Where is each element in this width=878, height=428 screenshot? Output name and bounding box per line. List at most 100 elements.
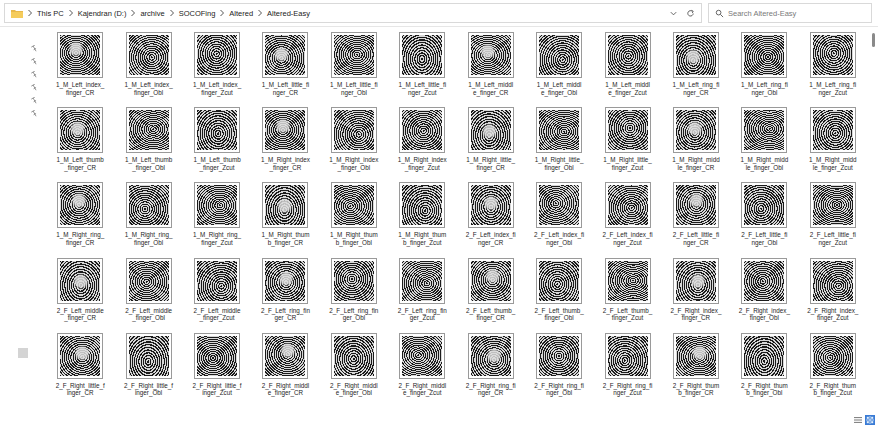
file-item[interactable]: 1_M_Right_index_finger_Obl	[320, 107, 388, 171]
file-item[interactable]: 1_M_Right_middle_finger_Obl	[730, 107, 798, 171]
search-input[interactable]	[728, 9, 865, 18]
file-name: 2_F_Left_ring_finger_Obl	[329, 307, 378, 322]
file-item[interactable]: 1_M_Left_index_finger_Obl	[114, 32, 182, 96]
pin-icon[interactable]	[31, 84, 38, 91]
file-item[interactable]: 1_M_Right_little_finger_Zcut	[593, 107, 661, 171]
pin-icon[interactable]	[31, 58, 38, 65]
file-item[interactable]: 1_M_Right_middle_finger_CR	[662, 107, 730, 171]
file-name-line: nger_Obl	[330, 89, 378, 97]
fingerprint-image	[608, 110, 648, 150]
view-button[interactable]	[853, 415, 863, 425]
file-item[interactable]: 1_M_Left_little_finger_CR	[251, 32, 319, 96]
file-item[interactable]: 2_F_Right_index_finger_Zcut	[799, 258, 867, 322]
fingerprint-image	[676, 185, 716, 225]
file-item[interactable]: 1_M_Right_index_finger_Zcut	[388, 107, 456, 171]
file-item[interactable]: 1_M_Right_little_finger_Obl	[525, 107, 593, 171]
file-item[interactable]: 1_M_Left_thumb_finger_Zcut	[183, 107, 251, 171]
refresh-icon	[686, 9, 695, 18]
file-item[interactable]: 2_F_Right_index_finger_Obl	[730, 258, 798, 322]
file-item[interactable]: 2_F_Left_index_finger_CR	[456, 182, 524, 246]
pin-icon[interactable]	[31, 71, 38, 78]
file-item[interactable]: 1_M_Right_thumb_finger_CR	[251, 182, 319, 246]
breadcrumb[interactable]: This PC	[37, 9, 64, 18]
file-item[interactable]: 2_F_Left_thumb_finger_CR	[456, 258, 524, 322]
file-item[interactable]: 2_F_Right_thumb_finger_Zcut	[799, 333, 867, 397]
file-item[interactable]: 2_F_Left_thumb_finger_Obl	[525, 258, 593, 322]
file-item[interactable]: 2_F_Left_ring_finger_Zcut	[388, 258, 456, 322]
file-item[interactable]: 2_F_Left_index_finger_Zcut	[593, 182, 661, 246]
file-name: 1_M_Right_middle_finger_Zcut	[809, 156, 857, 171]
address-bar[interactable]: This PC Kajendran (D:) archive SOCOFing Alte…	[4, 3, 702, 23]
file-item[interactable]: 2_F_Right_little_finger_Zcut	[183, 333, 251, 397]
file-item[interactable]: 2_F_Right_little_finger_Obl	[114, 333, 182, 397]
file-name: 1_M_Left_middle_finger_CR	[468, 81, 513, 96]
file-item[interactable]: 1_M_Left_index_finger_Zcut	[183, 32, 251, 96]
breadcrumb[interactable]: Altered	[229, 9, 253, 18]
pin-icon[interactable]	[31, 97, 38, 104]
file-item[interactable]: 2_F_Right_ring_finger_Obl	[525, 333, 593, 397]
vertical-scrollbar[interactable]	[869, 27, 878, 428]
file-item[interactable]: 1_M_Left_little_finger_Obl	[320, 32, 388, 96]
thumbnail	[399, 32, 445, 78]
file-name-line: nger_Zcut	[398, 89, 446, 97]
file-item[interactable]: 1_M_Left_thumb_finger_Obl	[114, 107, 182, 171]
file-item[interactable]: 2_F_Left_middle_finger_CR	[46, 258, 114, 322]
file-item[interactable]: 2_F_Right_middle_finger_Zcut	[388, 333, 456, 397]
file-item[interactable]: 1_M_Left_middle_finger_Obl	[525, 32, 593, 96]
file-item[interactable]: 1_M_Right_little_finger_CR	[456, 107, 524, 171]
fingerprint-image	[813, 35, 853, 75]
file-item[interactable]: 1_M_Left_index_finger_CR	[46, 32, 114, 96]
fingerprint-image	[265, 35, 305, 75]
pin-icon[interactable]	[31, 110, 38, 117]
breadcrumb[interactable]: archive	[140, 9, 164, 18]
file-item[interactable]: 2_F_Left_little_finger_CR	[662, 182, 730, 246]
pin-icon[interactable]	[31, 45, 38, 52]
content-area: 1_M_Left_index_finger_CR1_M_Left_index_f…	[0, 27, 878, 428]
dropdown-icon	[669, 9, 678, 18]
file-item[interactable]: 2_F_Left_index_finger_Obl	[525, 182, 593, 246]
file-name-line: 1_M_Left_thumb	[193, 156, 240, 164]
file-item[interactable]: 1_M_Right_ring_finger_CR	[46, 182, 114, 246]
file-item[interactable]: 2_F_Right_ring_finger_Zcut	[593, 333, 661, 397]
file-item[interactable]: 1_M_Left_thumb_finger_CR	[46, 107, 114, 171]
thumbnail	[741, 32, 787, 78]
file-item[interactable]: 2_F_Right_middle_finger_Obl	[320, 333, 388, 397]
file-item[interactable]: 2_F_Right_thumb_finger_Obl	[730, 333, 798, 397]
file-name: 1_M_Right_thumb_finger_CR	[261, 231, 309, 246]
file-item[interactable]: 1_M_Right_middle_finger_Zcut	[799, 107, 867, 171]
file-item[interactable]: 2_F_Right_index_finger_CR	[662, 258, 730, 322]
file-item[interactable]: 1_M_Left_middle_finger_CR	[456, 32, 524, 96]
file-name-line: 1_M_Left_index_	[124, 81, 172, 89]
file-item[interactable]: 2_F_Left_ring_finger_Obl	[320, 258, 388, 322]
file-item[interactable]: 1_M_Right_thumb_finger_Obl	[320, 182, 388, 246]
file-item[interactable]: 1_M_Left_ring_finger_Zcut	[799, 32, 867, 96]
file-item[interactable]: 1_M_Right_ring_finger_Obl	[114, 182, 182, 246]
file-item[interactable]: 2_F_Left_middle_finger_Obl	[114, 258, 182, 322]
file-item[interactable]: 2_F_Right_middle_finger_CR	[251, 333, 319, 397]
file-item[interactable]: 1_M_Left_ring_finger_CR	[662, 32, 730, 96]
scrollbar-thumb[interactable]	[872, 33, 875, 47]
thumbnail	[741, 333, 787, 379]
file-item[interactable]: 2_F_Left_little_finger_Obl	[730, 182, 798, 246]
breadcrumb[interactable]: SOCOFing	[179, 9, 216, 18]
file-item[interactable]: 1_M_Left_middle_finger_Zcut	[593, 32, 661, 96]
file-item[interactable]: 2_F_Left_thumb_finger_Zcut	[593, 258, 661, 322]
file-item[interactable]: 1_M_Right_index_finger_CR	[251, 107, 319, 171]
file-item[interactable]: 2_F_Right_little_finger_CR	[46, 333, 114, 397]
breadcrumb[interactable]: Altered-Easy	[267, 9, 310, 18]
file-item[interactable]: 2_F_Left_ring_finger_CR	[251, 258, 319, 322]
file-item[interactable]: 1_M_Left_ring_finger_Obl	[730, 32, 798, 96]
file-item[interactable]: 2_F_Left_little_finger_Zcut	[799, 182, 867, 246]
view-button[interactable]	[865, 415, 875, 425]
file-item[interactable]: 1_M_Left_little_finger_Zcut	[388, 32, 456, 96]
file-item[interactable]: 2_F_Right_ring_finger_CR	[456, 333, 524, 397]
breadcrumb[interactable]: Kajendran (D:)	[78, 9, 127, 18]
file-item[interactable]: 1_M_Right_ring_finger_Zcut	[183, 182, 251, 246]
file-item[interactable]: 2_F_Right_thumb_finger_CR	[662, 333, 730, 397]
file-name-line: 2_F_Left_ring_fin	[398, 307, 447, 315]
file-item[interactable]: 2_F_Left_middle_finger_Zcut	[183, 258, 251, 322]
file-item[interactable]: 1_M_Right_thumb_finger_Zcut	[388, 182, 456, 246]
fingerprint-image	[539, 110, 579, 150]
file-name: 1_M_Left_little_finger_CR	[262, 81, 310, 96]
file-name-line: b_finger_Obl	[741, 389, 788, 397]
